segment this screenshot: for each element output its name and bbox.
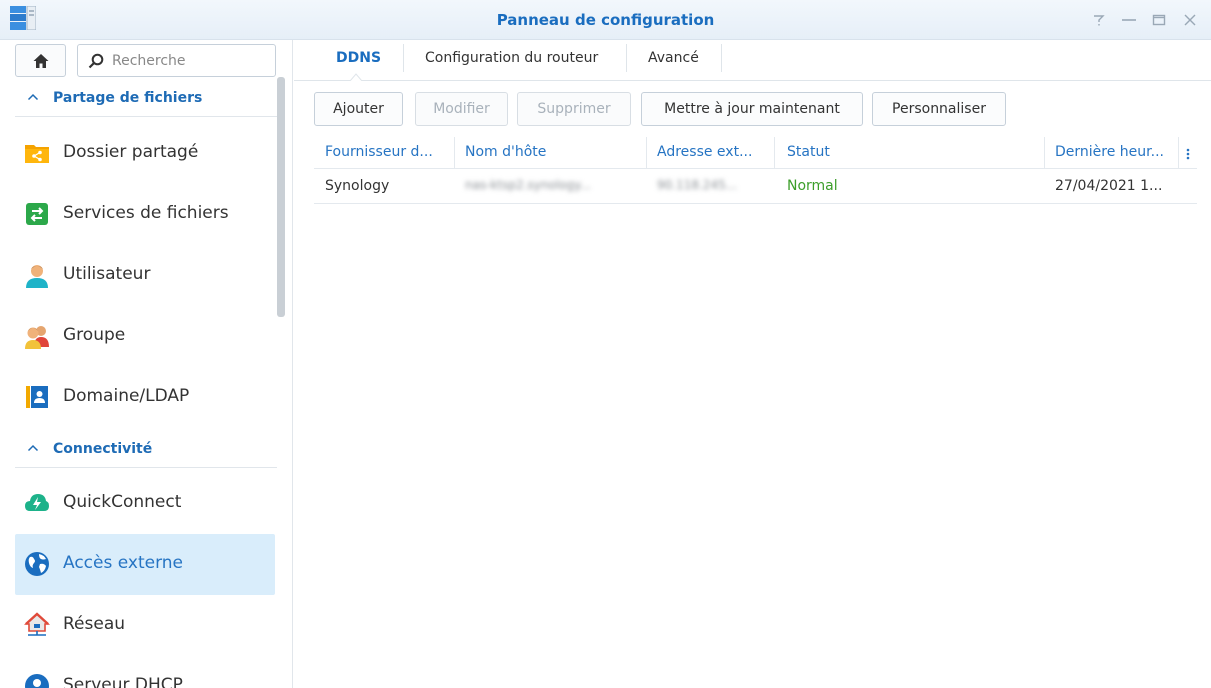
column-separator bbox=[646, 137, 647, 169]
search-icon bbox=[88, 53, 104, 69]
table-header: Fournisseur d... Nom d'hôte Adresse ext.… bbox=[314, 137, 1197, 169]
tab-separator bbox=[626, 44, 627, 72]
quickconnect-icon bbox=[25, 494, 49, 511]
section-label: Connectivité bbox=[53, 441, 153, 457]
column-separator bbox=[1044, 137, 1045, 169]
close-icon[interactable] bbox=[1176, 6, 1204, 34]
group-icon bbox=[25, 326, 49, 349]
sidebar-item-label: Groupe bbox=[63, 325, 126, 345]
column-header-hostname[interactable]: Nom d'hôte bbox=[465, 144, 546, 160]
tab-separator bbox=[403, 44, 404, 72]
active-tab-indicator bbox=[350, 73, 362, 81]
sidebar-item-label: Utilisateur bbox=[63, 264, 151, 284]
tab-bar: DDNS Configuration du routeur Avancé bbox=[294, 40, 1211, 81]
globe-icon bbox=[25, 552, 49, 576]
search-input[interactable] bbox=[112, 52, 267, 70]
column-header-last-update[interactable]: Dernière heur... bbox=[1055, 144, 1164, 160]
dhcp-server-icon bbox=[25, 674, 49, 688]
sidebar-item-shared-folder[interactable]: Dossier partagé bbox=[15, 123, 275, 184]
delete-button[interactable]: Supprimer bbox=[517, 92, 631, 126]
maximize-icon[interactable] bbox=[1145, 6, 1173, 34]
sidebar-item-label: Réseau bbox=[63, 614, 126, 634]
column-separator bbox=[1178, 137, 1179, 169]
cell-last-update: 27/04/2021 1... bbox=[1055, 178, 1163, 194]
help-icon[interactable] bbox=[1085, 6, 1113, 34]
sidebar-item-external-access[interactable]: Accès externe bbox=[15, 534, 275, 595]
sidebar: Partage de fichiers Dossier partagé Serv… bbox=[0, 40, 293, 688]
sidebar-item-quickconnect[interactable]: QuickConnect bbox=[15, 473, 275, 534]
tab-ddns[interactable]: DDNS bbox=[336, 50, 381, 70]
cell-provider: Synology bbox=[325, 178, 390, 194]
sidebar-item-label: Domaine/LDAP bbox=[63, 386, 190, 406]
chevron-up-icon bbox=[27, 93, 39, 101]
file-services-icon bbox=[26, 203, 48, 225]
cell-external-address: 90.118.245... bbox=[657, 178, 738, 192]
shared-folder-icon bbox=[25, 145, 49, 163]
customize-button[interactable]: Personnaliser bbox=[872, 92, 1006, 126]
column-separator bbox=[454, 137, 455, 169]
sidebar-item-dhcp-server[interactable]: Serveur DHCP bbox=[15, 656, 275, 688]
update-now-button[interactable]: Mettre à jour maintenant bbox=[641, 92, 863, 126]
add-button[interactable]: Ajouter bbox=[314, 92, 403, 126]
section-file-sharing[interactable]: Partage de fichiers bbox=[15, 81, 277, 117]
sidebar-scrollbar[interactable] bbox=[277, 77, 285, 317]
cell-status: Normal bbox=[787, 178, 838, 194]
minimize-icon[interactable] bbox=[1115, 6, 1143, 34]
tab-separator bbox=[721, 44, 722, 72]
network-icon bbox=[24, 612, 50, 636]
sidebar-item-file-services[interactable]: Services de fichiers bbox=[15, 184, 275, 245]
column-separator bbox=[774, 137, 775, 169]
section-connectivity[interactable]: Connectivité bbox=[15, 432, 277, 468]
column-header-external-address[interactable]: Adresse ext... bbox=[657, 144, 752, 160]
tab-router-configuration[interactable]: Configuration du routeur bbox=[425, 50, 598, 70]
sidebar-item-label: Services de fichiers bbox=[63, 203, 229, 223]
column-header-provider[interactable]: Fournisseur d... bbox=[325, 144, 433, 160]
column-header-status[interactable]: Statut bbox=[787, 144, 830, 160]
home-button[interactable] bbox=[15, 44, 66, 77]
sidebar-item-network[interactable]: Réseau bbox=[15, 595, 275, 656]
sidebar-item-domain-ldap[interactable]: Domaine/LDAP bbox=[15, 367, 275, 428]
column-options-icon[interactable] bbox=[1185, 147, 1191, 161]
cell-hostname: nas-ktsp2.synology... bbox=[465, 178, 591, 192]
domain-ldap-icon bbox=[26, 386, 48, 408]
sidebar-item-label: Serveur DHCP bbox=[63, 675, 183, 688]
section-label: Partage de fichiers bbox=[53, 90, 203, 106]
search-box[interactable] bbox=[77, 44, 276, 77]
sidebar-item-user[interactable]: Utilisateur bbox=[15, 245, 275, 306]
chevron-up-icon bbox=[27, 444, 39, 452]
sidebar-item-label: Dossier partagé bbox=[63, 142, 199, 162]
sidebar-item-label: Accès externe bbox=[63, 553, 184, 573]
title-bar: Panneau de configuration bbox=[0, 0, 1211, 40]
sidebar-item-group[interactable]: Groupe bbox=[15, 306, 275, 367]
edit-button[interactable]: Modifier bbox=[415, 92, 508, 126]
home-icon bbox=[33, 53, 48, 68]
user-icon bbox=[26, 265, 48, 288]
sidebar-item-label: QuickConnect bbox=[63, 492, 182, 512]
window-title: Panneau de configuration bbox=[496, 11, 715, 29]
main-panel: DDNS Configuration du routeur Avancé Ajo… bbox=[294, 40, 1211, 688]
tab-advanced[interactable]: Avancé bbox=[648, 50, 699, 70]
table-row[interactable]: Synology nas-ktsp2.synology... 90.118.24… bbox=[314, 169, 1197, 204]
